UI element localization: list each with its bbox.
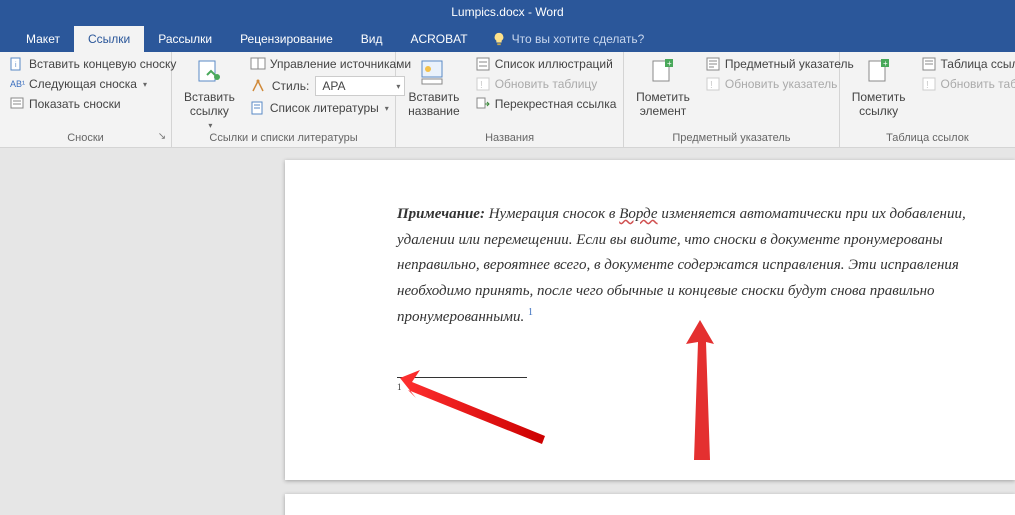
style-icon: [250, 78, 266, 94]
cross-reference-button[interactable]: Перекрестная ссылка: [472, 95, 620, 113]
update-icon: !: [705, 76, 721, 92]
chevron-down-icon: ▾: [208, 121, 212, 130]
insert-index-label: Предметный указатель: [725, 57, 854, 71]
body-part1: Нумерация сносок в: [485, 206, 619, 222]
footnote-reference[interactable]: 1: [528, 307, 533, 318]
insert-endnote-label: Вставить концевую сноску: [29, 57, 176, 71]
window-title: Lumpics.docx - Word: [451, 5, 563, 19]
insert-index-button[interactable]: Предметный указатель: [702, 55, 857, 73]
group-citations-label: Ссылки и списки литературы: [178, 132, 389, 146]
next-footnote-button[interactable]: AB¹ Следующая сноска ▾: [6, 75, 179, 93]
mark-entry-button[interactable]: + Пометить элемент: [630, 55, 696, 121]
mark-entry-icon: +: [647, 57, 679, 89]
tell-me-label: Что вы хотите сделать?: [512, 32, 645, 46]
table-of-figures-icon: [475, 56, 491, 72]
tab-view[interactable]: Вид: [347, 26, 397, 52]
update-table-button: ! Обновить таблицу: [472, 75, 620, 93]
next-footnote-icon: AB¹: [9, 76, 25, 92]
update-icon: !: [921, 76, 937, 92]
group-captions: Вставить название Список иллюстраций ! О…: [396, 52, 624, 147]
update-table-label: Обновить таблицу: [495, 77, 598, 91]
cross-reference-label: Перекрестная ссылка: [495, 97, 617, 111]
footnotes-dialog-launcher[interactable]: ↘: [156, 132, 168, 144]
update-index-label: Обновить указатель: [725, 77, 838, 91]
update-icon: !: [475, 76, 491, 92]
document-workspace: Примечание: Нумерация сносок в Ворде изм…: [0, 148, 1015, 515]
svg-text:+: +: [883, 59, 888, 68]
insert-citation-icon: [193, 57, 225, 89]
ribbon-tabs: Макет Ссылки Рассылки Рецензирование Вид…: [0, 24, 1015, 52]
bibliography-button[interactable]: Список литературы ▾: [247, 99, 414, 117]
insert-caption-label: Вставить название: [408, 91, 460, 119]
tell-me-search[interactable]: Что вы хотите сделать?: [482, 26, 655, 52]
group-captions-label: Названия: [402, 132, 617, 146]
document-page-next[interactable]: [285, 494, 1015, 515]
style-label: Стиль:: [272, 79, 309, 93]
note-prefix: Примечание:: [397, 206, 485, 222]
bibliography-icon: [250, 100, 266, 116]
cross-reference-icon: [475, 96, 491, 112]
style-select[interactable]: APA ▾: [315, 76, 405, 96]
tab-mailings[interactable]: Рассылки: [144, 26, 226, 52]
show-notes-label: Показать сноски: [29, 97, 121, 111]
update-toa-label: Обновить табл: [941, 77, 1015, 91]
group-toa: + Пометить ссылку Таблица ссыло ! Обнови…: [840, 52, 1015, 147]
group-index-label: Предметный указатель: [630, 132, 833, 146]
mark-citation-label: Пометить ссылку: [852, 91, 906, 119]
bulb-icon: [492, 32, 506, 46]
manage-sources-label: Управление источниками: [270, 57, 411, 71]
insert-toa-icon: [921, 56, 937, 72]
svg-text:!: !: [710, 80, 713, 91]
manage-sources-button[interactable]: Управление источниками: [247, 55, 414, 73]
title-bar: Lumpics.docx - Word: [0, 0, 1015, 24]
next-footnote-label: Следующая сноска: [29, 77, 137, 91]
table-of-figures-label: Список иллюстраций: [495, 57, 613, 71]
mark-citation-button[interactable]: + Пометить ссылку: [846, 55, 912, 121]
bibliography-label: Список литературы: [270, 101, 379, 115]
footnote-separator: [397, 377, 527, 378]
body-word-underlined: Ворде: [619, 206, 657, 222]
mark-entry-label: Пометить элемент: [636, 91, 690, 119]
endnote-icon: i: [9, 56, 25, 72]
chevron-down-icon: ▾: [385, 104, 389, 113]
insert-caption-icon: [418, 57, 450, 89]
insert-toa-button[interactable]: Таблица ссыло: [918, 55, 1015, 73]
insert-citation-label: Вставить ссылку: [184, 91, 235, 119]
insert-toa-label: Таблица ссыло: [941, 57, 1015, 71]
tab-references[interactable]: Ссылки: [74, 26, 144, 52]
group-index: + Пометить элемент Предметный указатель …: [624, 52, 840, 147]
insert-index-icon: [705, 56, 721, 72]
update-toa-button: ! Обновить табл: [918, 75, 1015, 93]
tab-review[interactable]: Рецензирование: [226, 26, 347, 52]
ribbon: i Вставить концевую сноску AB¹ Следующая…: [0, 52, 1015, 148]
insert-caption-button[interactable]: Вставить название: [402, 55, 466, 121]
table-of-figures-button[interactable]: Список иллюстраций: [472, 55, 620, 73]
chevron-down-icon: ▾: [143, 80, 147, 89]
group-footnotes-label: Сноски: [6, 132, 165, 146]
group-toa-label: Таблица ссылок: [846, 132, 1009, 146]
insert-endnote-button[interactable]: i Вставить концевую сноску: [6, 55, 179, 73]
svg-text:AB¹: AB¹: [10, 79, 25, 89]
document-body[interactable]: Примечание: Нумерация сносок в Ворде изм…: [397, 202, 995, 331]
footnote-marker[interactable]: 1: [397, 382, 402, 392]
group-citations: Вставить ссылку ▾ Управление источниками…: [172, 52, 396, 147]
style-row: Стиль: APA ▾: [247, 75, 414, 97]
svg-text:!: !: [926, 80, 929, 91]
tab-acrobat[interactable]: ACROBAT: [396, 26, 481, 52]
insert-citation-button[interactable]: Вставить ссылку ▾: [178, 55, 241, 132]
svg-text:+: +: [667, 59, 672, 68]
show-notes-icon: [9, 96, 25, 112]
tab-layout[interactable]: Макет: [12, 26, 74, 52]
manage-sources-icon: [250, 56, 266, 72]
svg-text:!: !: [480, 80, 483, 91]
style-value: APA: [322, 79, 345, 93]
show-notes-button[interactable]: Показать сноски: [6, 95, 179, 113]
document-page[interactable]: Примечание: Нумерация сносок в Ворде изм…: [285, 160, 1015, 480]
mark-citation-icon: +: [863, 57, 895, 89]
group-footnotes: i Вставить концевую сноску AB¹ Следующая…: [0, 52, 172, 147]
update-index-button: ! Обновить указатель: [702, 75, 857, 93]
body-part2: изменяется автоматически при их добавлен…: [397, 206, 966, 325]
